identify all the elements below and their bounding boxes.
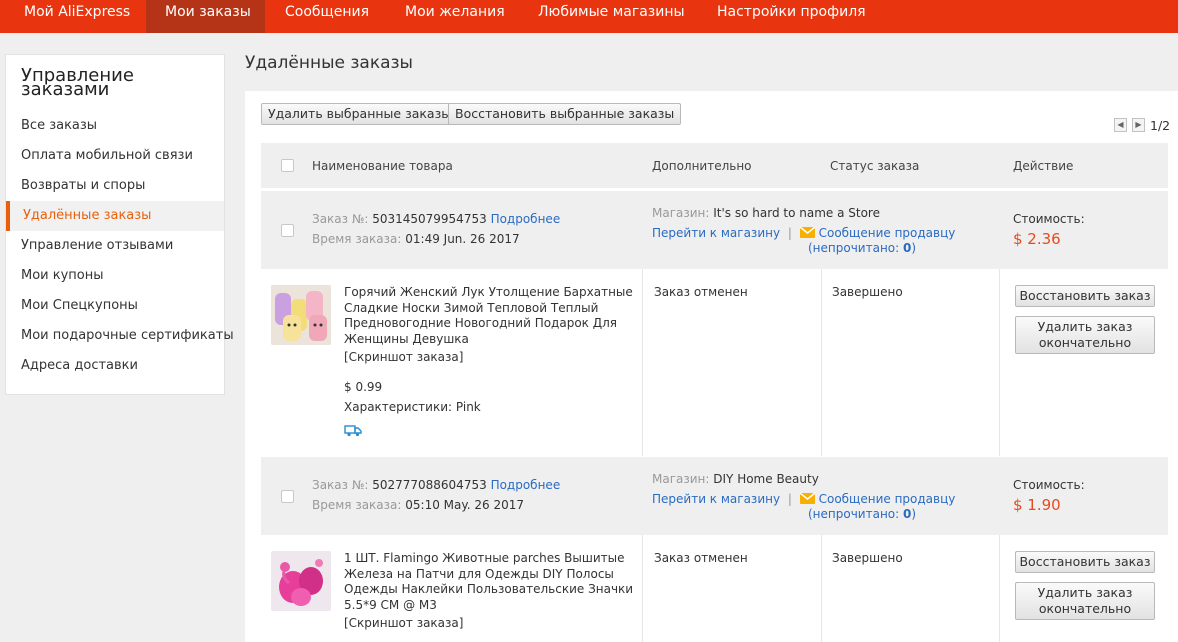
extra-info: Заказ отменен bbox=[654, 285, 748, 299]
order-time: 05:10 May. 26 2017 bbox=[405, 498, 525, 512]
column-divider bbox=[821, 269, 822, 456]
order-details-link[interactable]: Подробнее bbox=[491, 478, 561, 492]
top-navigation: Мой AliExpress Мои заказы Сообщения Мои … bbox=[0, 0, 1178, 33]
store-label: Магазин: bbox=[652, 206, 710, 220]
delete-order-permanently-button[interactable]: Удалить заказ окончательно bbox=[1015, 316, 1155, 354]
order-checkbox[interactable] bbox=[281, 490, 294, 503]
nav-messages[interactable]: Сообщения bbox=[285, 0, 369, 33]
prev-page-icon[interactable]: ◀ bbox=[1114, 118, 1127, 132]
column-divider bbox=[821, 535, 822, 642]
order-details-link[interactable]: Подробнее bbox=[491, 212, 561, 226]
go-to-store-link[interactable]: Перейти к магазину bbox=[652, 492, 780, 506]
sidebar-item-addresses[interactable]: Адреса доставки bbox=[6, 351, 224, 381]
order-body: 1 ШТ. Flamingo Животные parches Вышитые … bbox=[261, 535, 1168, 642]
envelope-icon bbox=[799, 493, 815, 504]
page-title: Удалённые заказы bbox=[245, 53, 413, 73]
column-divider bbox=[999, 269, 1000, 456]
header-status: Статус заказа bbox=[830, 159, 920, 173]
sidebar-title: Управление заказами bbox=[21, 65, 134, 100]
sidebar-item-mobile-payment[interactable]: Оплата мобильной связи bbox=[6, 141, 224, 171]
order-cost: $ 2.36 bbox=[1013, 230, 1061, 248]
restore-order-button[interactable]: Восстановить заказ bbox=[1015, 551, 1155, 573]
order-cost: $ 1.90 bbox=[1013, 496, 1061, 514]
order-screenshot-link[interactable]: [Скриншот заказа] bbox=[344, 350, 463, 364]
sidebar: Управление заказами Все заказы Оплата мо… bbox=[5, 54, 234, 395]
order-time-label: Время заказа: bbox=[312, 232, 402, 246]
order-header: Заказ №: 502777088604753 Подробнее Время… bbox=[261, 457, 1168, 535]
order-status: Завершено bbox=[832, 551, 903, 565]
header-product: Наименование товара bbox=[312, 159, 453, 173]
go-to-store-link[interactable]: Перейти к магазину bbox=[652, 226, 780, 240]
nav-profile-settings[interactable]: Настройки профиля bbox=[717, 0, 866, 33]
cost-label: Стоимость: bbox=[1013, 478, 1085, 492]
store-label: Магазин: bbox=[652, 472, 710, 486]
product-thumbnail[interactable] bbox=[271, 285, 331, 345]
extra-info: Заказ отменен bbox=[654, 551, 748, 565]
shipping-truck-icon[interactable] bbox=[344, 423, 362, 437]
sidebar-item-gift-cards[interactable]: Мои подарочные сертификаты bbox=[6, 321, 234, 351]
sidebar-item-coupons[interactable]: Мои купоны bbox=[6, 261, 224, 291]
order-number: 503145079954753 bbox=[372, 212, 487, 226]
order-time-line: Время заказа: 01:49 Jun. 26 2017 bbox=[312, 232, 520, 246]
unread-open: (непрочитано: bbox=[808, 507, 903, 521]
product-name-link[interactable]: 1 ШТ. Flamingo Животные parches Вышитые … bbox=[344, 551, 644, 613]
store-line: Магазин: It's so hard to name a Store bbox=[652, 206, 880, 220]
store-name[interactable]: It's so hard to name a Store bbox=[713, 206, 880, 220]
order-checkbox[interactable] bbox=[281, 224, 294, 237]
message-seller-link[interactable]: Сообщение продавцу bbox=[819, 226, 956, 240]
pagination-label: 1/2 bbox=[1150, 118, 1171, 133]
header-extra: Дополнительно bbox=[652, 159, 752, 173]
restore-selected-button[interactable]: Восстановить выбранные заказы bbox=[448, 103, 682, 125]
product-thumbnail[interactable] bbox=[271, 551, 331, 611]
order-number-line: Заказ №: 503145079954753 Подробнее bbox=[312, 212, 560, 226]
order-number: 502777088604753 bbox=[372, 478, 487, 492]
order-time-line: Время заказа: 05:10 May. 26 2017 bbox=[312, 498, 524, 512]
store-name[interactable]: DIY Home Beauty bbox=[713, 472, 819, 486]
restore-order-button[interactable]: Восстановить заказ bbox=[1015, 285, 1155, 307]
sidebar-item-all-orders[interactable]: Все заказы bbox=[6, 111, 224, 141]
order-status: Завершено bbox=[832, 285, 903, 299]
delete-order-permanently-button[interactable]: Удалить заказ окончательно bbox=[1015, 582, 1155, 620]
characteristics: Характеристики: Pink bbox=[344, 400, 481, 414]
item-price: $ 0.99 bbox=[344, 380, 383, 394]
unread-count[interactable]: (непрочитано: 0) bbox=[808, 241, 916, 255]
order-time-label: Время заказа: bbox=[312, 498, 402, 512]
select-all-checkbox[interactable] bbox=[281, 159, 294, 172]
order-number-line: Заказ №: 502777088604753 Подробнее bbox=[312, 478, 560, 492]
nav-favorite-stores[interactable]: Любимые магазины bbox=[538, 0, 685, 33]
envelope-icon bbox=[799, 227, 815, 238]
characteristics-value: Pink bbox=[455, 400, 481, 414]
product-name-link[interactable]: Горячий Женский Лук Утолщение Бархатные … bbox=[344, 285, 644, 347]
table-header: Наименование товара Дополнительно Статус… bbox=[261, 143, 1168, 188]
message-seller-link[interactable]: Сообщение продавцу bbox=[819, 492, 956, 506]
delete-selected-button[interactable]: Удалить выбранные заказы bbox=[261, 103, 459, 125]
cost-label: Стоимость: bbox=[1013, 212, 1085, 226]
store-line: Магазин: DIY Home Beauty bbox=[652, 472, 819, 486]
sidebar-item-special-coupons[interactable]: Мои Спецкупоны bbox=[6, 291, 224, 321]
order-screenshot-link[interactable]: [Скриншот заказа] bbox=[344, 616, 463, 630]
order-time: 01:49 Jun. 26 2017 bbox=[405, 232, 520, 246]
order-number-label: Заказ №: bbox=[312, 212, 369, 226]
unread-open: (непрочитано: bbox=[808, 241, 903, 255]
nav-my-aliexpress[interactable]: Мой AliExpress bbox=[0, 0, 146, 33]
column-divider bbox=[999, 535, 1000, 642]
nav-my-orders[interactable]: Мои заказы bbox=[146, 0, 265, 33]
separator: | bbox=[787, 226, 792, 240]
unread-close: ) bbox=[911, 241, 917, 255]
next-page-icon[interactable]: ▶ bbox=[1132, 118, 1145, 132]
store-actions: Перейти к магазину | Сообщение продавцу bbox=[652, 226, 955, 240]
characteristics-label: Характеристики: bbox=[344, 400, 453, 414]
nav-wishlist[interactable]: Мои желания bbox=[405, 0, 505, 33]
sidebar-item-deleted-orders[interactable]: Удалённые заказы bbox=[6, 201, 224, 231]
unread-close: ) bbox=[911, 507, 917, 521]
header-action: Действие bbox=[1013, 159, 1074, 173]
separator: | bbox=[787, 492, 792, 506]
unread-count[interactable]: (непрочитано: 0) bbox=[808, 507, 916, 521]
order-number-label: Заказ №: bbox=[312, 478, 369, 492]
store-actions: Перейти к магазину | Сообщение продавцу bbox=[652, 492, 955, 506]
sidebar-item-returns-disputes[interactable]: Возвраты и споры bbox=[6, 171, 224, 201]
order-body: Горячий Женский Лук Утолщение Бархатные … bbox=[261, 269, 1168, 456]
order-header: Заказ №: 503145079954753 Подробнее Время… bbox=[261, 191, 1168, 269]
sidebar-item-reviews[interactable]: Управление отзывами bbox=[6, 231, 224, 261]
